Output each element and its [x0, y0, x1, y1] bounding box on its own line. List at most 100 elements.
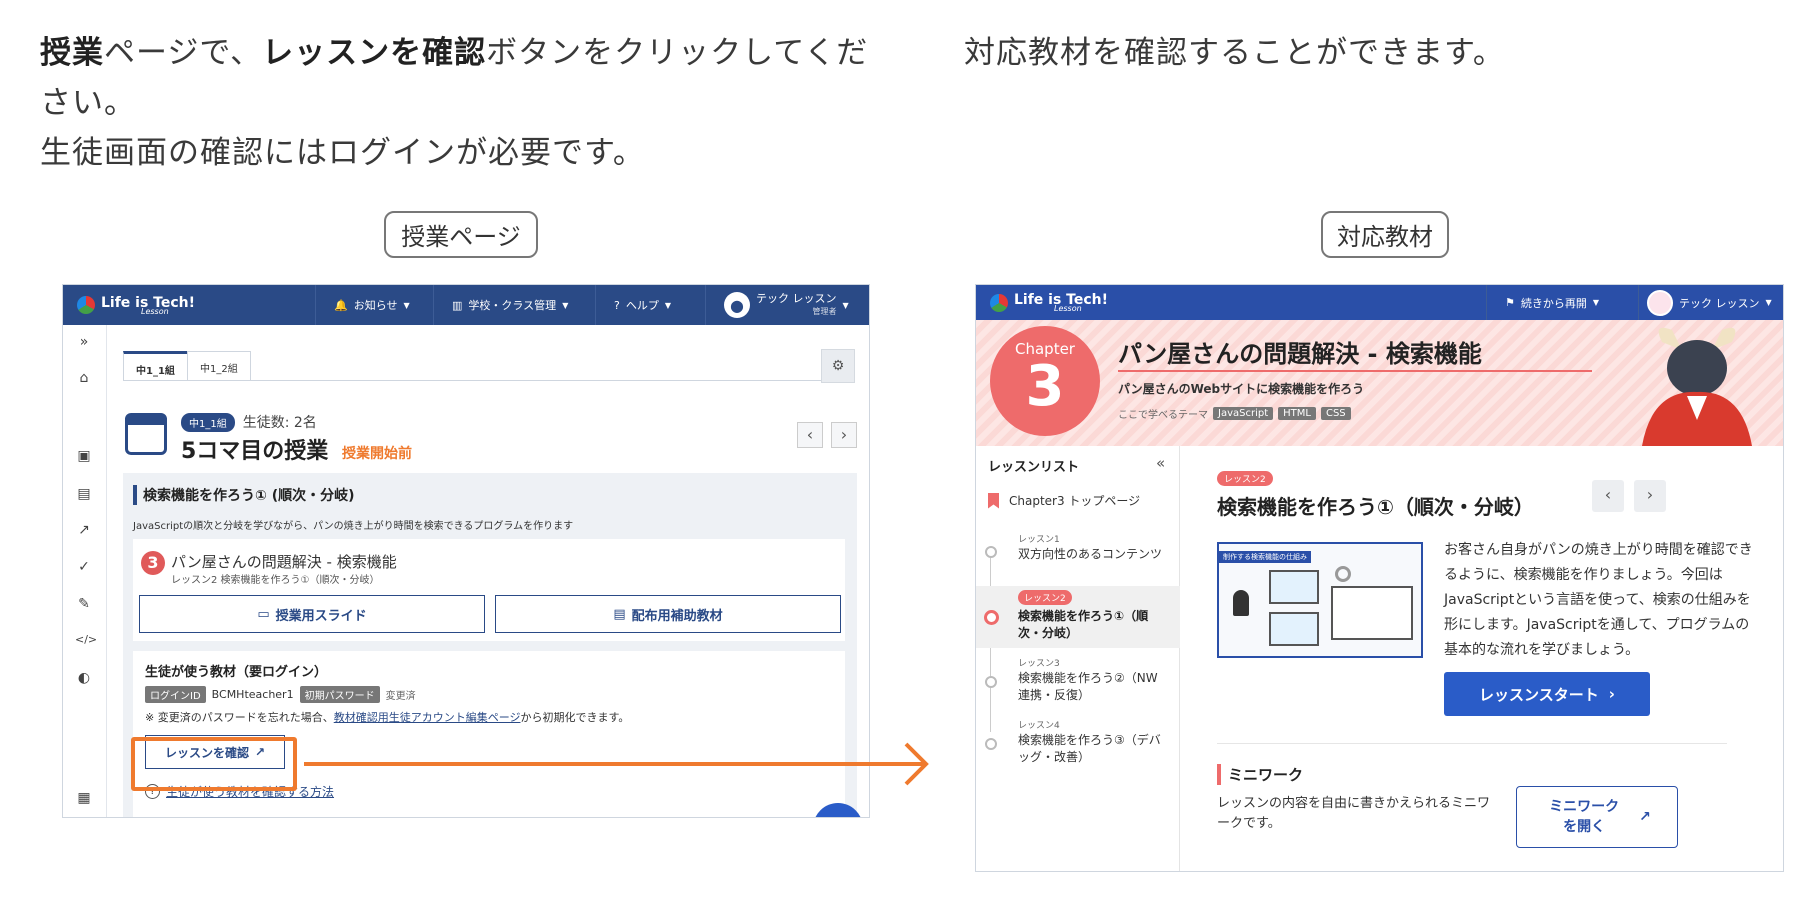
chevron-down-icon: ▼ [664, 300, 671, 310]
account-edit-link[interactable]: 教材確認用生徒アカウント編集ページ [334, 711, 521, 724]
next-lesson-button[interactable]: › [1634, 480, 1666, 512]
building-icon: ▥ [452, 298, 463, 312]
lesson-start-button[interactable]: レッスンスタート › [1444, 672, 1650, 716]
student-user-name: テック レッスン [1679, 296, 1760, 310]
lesson-node-active-icon [984, 610, 999, 625]
expand-icon[interactable]: » [75, 333, 93, 351]
lesson-item-4[interactable]: レッスン4 検索機能を作ろう③（デバッグ・改善） [976, 718, 1180, 774]
chevron-down-icon: ▼ [1592, 298, 1600, 307]
check-icon[interactable]: ✓ [75, 558, 93, 576]
chart-icon[interactable]: ▦ [75, 789, 93, 807]
student-logo: Life is Tech! Lesson [976, 292, 1486, 313]
login-info: ログインID BCMHteacher1 初期パスワード 変更済 [145, 686, 416, 703]
chevron-down-icon: ▼ [1765, 298, 1772, 307]
tab-class-1[interactable]: 中1_1組 [123, 351, 188, 381]
theme-row: ここで学べるテーマ JavaScript HTML CSS [1118, 406, 1351, 421]
chevron-down-icon: ▼ [403, 300, 410, 310]
student-user[interactable]: テック レッスン ▼ [1638, 285, 1783, 320]
chapter-sub: パン屋さんのWebサイトに検索機能を作ろう [1118, 382, 1365, 396]
prev-button[interactable]: ‹ [797, 422, 823, 448]
miniwork-open-button[interactable]: ミニワークを開く ↗ [1516, 786, 1678, 848]
lesson-node-icon [985, 676, 997, 688]
lesson-main: レッスン2 検索機能を作ろう①（順次・分岐） ‹ › 制作する検索機能の仕組み … [1180, 446, 1783, 871]
avatar [1647, 289, 1673, 316]
lesson-start-label: レッスンスタート [1479, 685, 1599, 704]
class-info: 中1_1組 生徒数: 2名 [181, 412, 317, 432]
login-id-tag: ログインID [145, 686, 206, 703]
chapter-card: 3 パン屋さんの問題解決 - 検索機能 レッスン2 検索機能を作ろう①（順次・分… [133, 539, 845, 641]
lesson-item-1[interactable]: レッスン1 双方向性のあるコンテンツ [976, 526, 1180, 578]
student-screen: Life is Tech! Lesson ⚑ 続きから再開 ▼ テック レッスン ▼ … [975, 284, 1784, 872]
lesson-item-3[interactable]: レッスン3 検索機能を作ろう②（NW連携・反復） [976, 656, 1180, 712]
user-name: テック レッスン [756, 292, 837, 305]
nav-school-label: 学校・クラス管理 [468, 299, 557, 312]
password-status: 変更済 [385, 691, 416, 702]
intro-text: ページで、 [104, 35, 263, 71]
code-icon[interactable]: </> [75, 631, 97, 649]
document-icon[interactable]: ▤ [75, 485, 93, 503]
resume-label: 続きから再開 [1520, 296, 1587, 310]
lesson-number: レッスン1 [1018, 535, 1060, 545]
caption-materials: 対応教材 [1321, 211, 1449, 258]
laptop-icon [1269, 612, 1319, 646]
palette-icon[interactable]: ◐ [75, 669, 93, 687]
student-topbar: Life is Tech! Lesson ⚑ 続きから再開 ▼ テック レッスン ▼ [976, 285, 1783, 320]
trend-icon[interactable]: ↗ [75, 521, 93, 539]
material-button-label: 配布用補助教材 [631, 608, 723, 624]
student-material-card: 生徒が使う教材（要ログイン） ログインID BCMHteacher1 初期パスワ… [133, 651, 845, 817]
chapter-badge: Chapter 3 [990, 326, 1100, 436]
resume-button[interactable]: ⚑ 続きから再開 ▼ [1486, 285, 1638, 320]
collapse-icon[interactable]: « [1156, 454, 1165, 472]
lesson-list-title: レッスンリスト [988, 460, 1080, 475]
nav-school[interactable]: ▥ 学校・クラス管理 ▼ [433, 285, 595, 325]
pen-icon[interactable]: ✎ [75, 595, 93, 613]
caption-lesson-page: 授業ページ [384, 211, 538, 258]
monitor-icon[interactable]: ▣ [75, 447, 93, 465]
flag-icon: ⚑ [1505, 296, 1515, 309]
student-count: 生徒数: 2名 [242, 415, 317, 431]
lesson-node-icon [985, 738, 997, 750]
highlight-box [131, 737, 297, 791]
chapter-title: パン屋さんの問題解決 - 検索機能 [171, 553, 397, 571]
section-desc: JavaScriptの順次と分岐を学びながら、パンの焼き上がり時間を検索できるプ… [133, 521, 574, 532]
material-button[interactable]: ▤ 配布用補助教材 [495, 595, 841, 633]
chevron-down-icon: ▼ [842, 300, 849, 310]
intro-bold-confirm: レッスンを確認 [262, 35, 487, 71]
help-icon: ? [614, 298, 620, 312]
nav-notice[interactable]: 🔔 お知らせ ▼ [315, 285, 433, 325]
class-badge: 中1_1組 [181, 412, 235, 432]
tab-class-2[interactable]: 中1_2組 [187, 351, 251, 381]
nav-help[interactable]: ? ヘルプ ▼ [595, 285, 705, 325]
student-material-title: 生徒が使う教材（要ログイン） [145, 665, 328, 680]
laptop-icon [1269, 570, 1319, 604]
lesson-diagram: 制作する検索機能の仕組み [1217, 542, 1423, 658]
chapter-number: 3 [1025, 354, 1065, 419]
chapter-top-link[interactable]: Chapter3 トップページ [988, 492, 1140, 509]
miniwork-desc: レッスンの内容を自由に書きかえられるミニワークです。 [1217, 796, 1491, 831]
lesson-title: 5コマ目の授業 授業開始前 [181, 433, 412, 465]
slide-button[interactable]: ▭ 授業用スライド [139, 595, 485, 633]
lesson-item-2-active[interactable]: レッスン2 検索機能を作ろう①（順次・分岐） [976, 586, 1180, 648]
calendar-icon [125, 413, 167, 455]
user-role: 管理者 [812, 307, 837, 316]
person-icon [1233, 590, 1249, 616]
logo-icon [990, 293, 1008, 312]
gear-icon[interactable]: ⚙ [821, 349, 855, 383]
section-title: 検索機能を作ろう① (順次・分岐) [133, 485, 355, 505]
bookmark-icon [988, 492, 999, 509]
next-button[interactable]: › [831, 422, 857, 448]
prev-lesson-button[interactable]: ‹ [1592, 480, 1624, 512]
lesson-name: 検索機能を作ろう①（順次・分岐） [1018, 609, 1149, 640]
lesson-title: 検索機能を作ろう①（順次・分岐） [1217, 495, 1534, 519]
nav-user[interactable]: ● テック レッスン 管理者 ▼ [705, 285, 869, 325]
divider [1217, 743, 1727, 744]
intro-line2: さい。 [40, 85, 136, 121]
lesson-name: 検索機能を作ろう③（デバッグ・改善） [1018, 733, 1161, 764]
chapter-title: パン屋さんの問題解決 - 検索機能 [1118, 340, 1482, 368]
chevron-right-icon: › [1608, 685, 1615, 703]
lesson-desc: お客さん自身がパンの焼き上がり時間を確認できるように、検索機能を作りましょう。今… [1444, 542, 1753, 658]
result-panel-icon [1331, 586, 1413, 640]
nav-notice-label: お知らせ [353, 299, 398, 312]
home-icon[interactable]: ⌂ [75, 369, 93, 387]
teacher-logo: Life is Tech! Lesson [63, 295, 315, 316]
